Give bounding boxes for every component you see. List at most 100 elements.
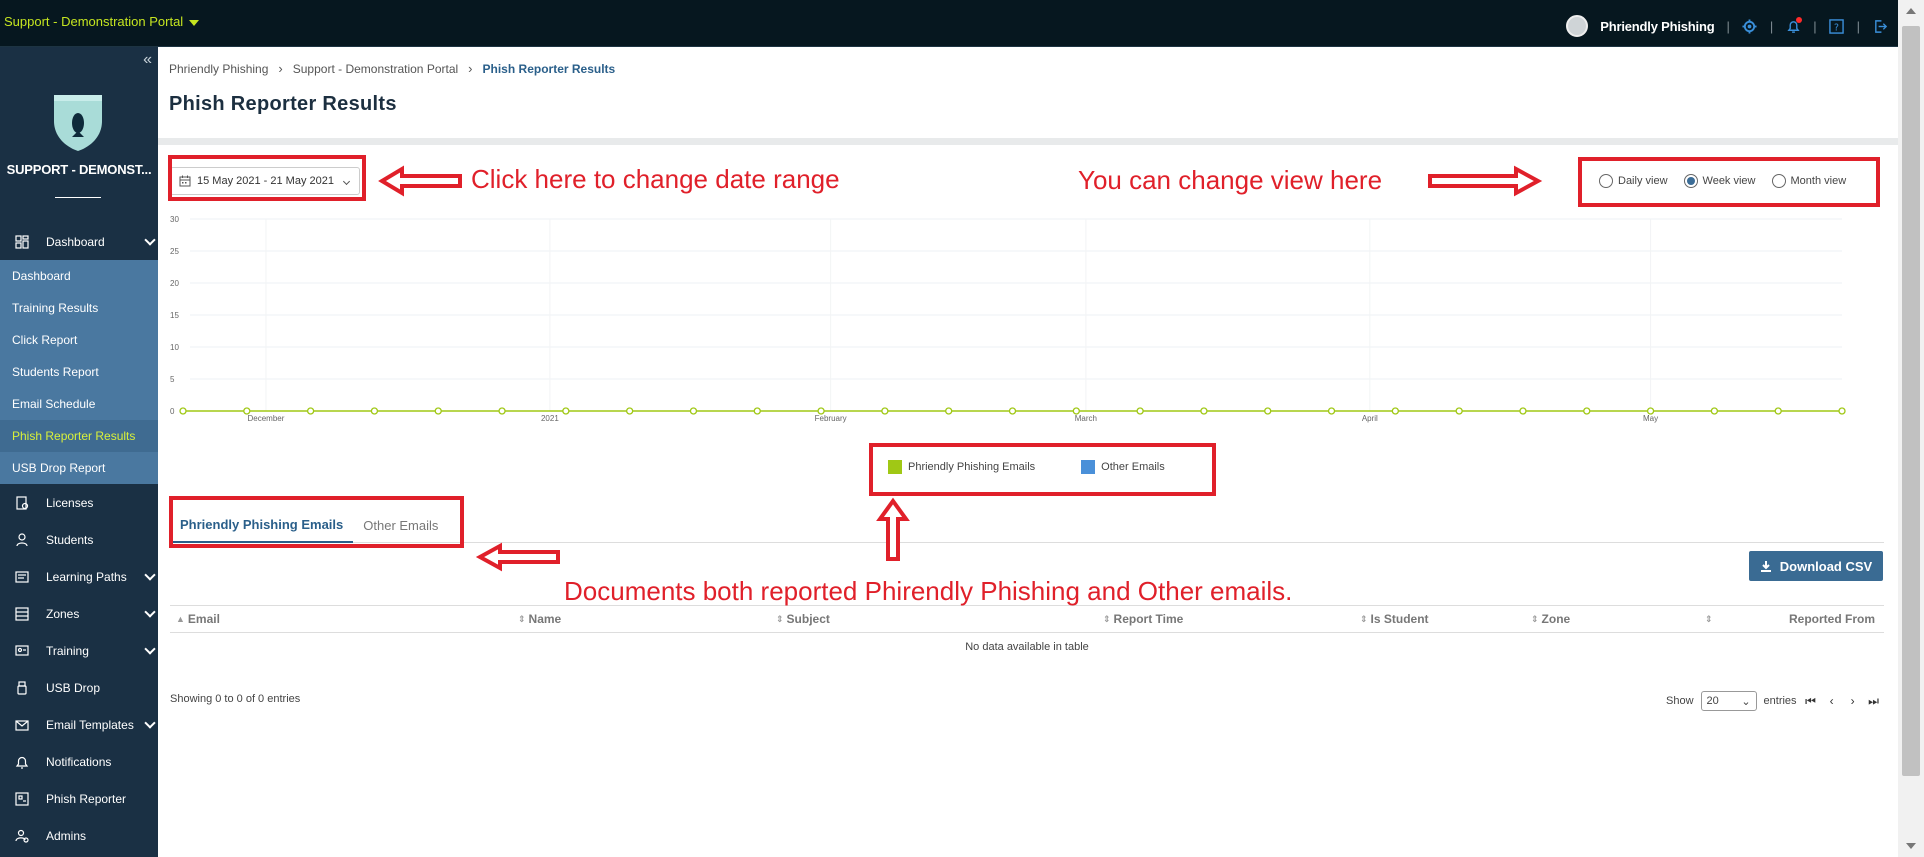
breadcrumb-separator: › [468,61,473,76]
tab-other-emails[interactable]: Other Emails [353,507,448,543]
column-header-unlabeled[interactable]: ⇕ [1705,614,1745,625]
column-header-subject[interactable]: ⇕ Subject [776,612,1103,626]
x-tick-label: May [1643,414,1658,423]
gear-icon[interactable] [1742,18,1758,34]
column-header-report-time[interactable]: ⇕ Report Time [1103,612,1360,626]
tab-phriendly-phishing-emails[interactable]: Phriendly Phishing Emails [170,507,354,543]
sidebar-item-usb-drop[interactable]: USB Drop [0,669,158,706]
sort-icon: ⇕ [1360,613,1368,624]
portal-switcher[interactable]: Support - Demonstration Portal [4,14,200,29]
sidebar-item-admins[interactable]: Admins [0,817,158,854]
help-icon[interactable]: ? [1829,18,1845,34]
sidebar-subitem-email-schedule[interactable]: Email Schedule [0,388,158,420]
table-info: Showing 0 to 0 of 0 entries [170,693,301,705]
user-area: Phriendly Phishing | | | ? | [1566,14,1888,38]
sidebar-item-students[interactable]: Students [0,521,158,558]
divider [55,197,101,198]
data-point [370,407,379,415]
entries-label: entries [1763,695,1797,707]
column-header-email[interactable]: ▲ Email [170,612,518,626]
radio-week-view[interactable]: Week view [1683,174,1756,188]
collapse-sidebar-icon[interactable]: « [143,51,152,69]
reports-table: ▲ Email ⇕ Name ⇕ Subject ⇕ Report Time ⇕ Is S… [170,605,1884,653]
bell-icon [14,754,30,770]
sidebar-item-training[interactable]: Training [0,632,158,669]
page-size-value: 20 [1706,695,1719,707]
breadcrumb-current: Phish Reporter Results [482,61,616,76]
data-point [881,407,889,415]
legend-label: Other Emails [1101,461,1165,473]
legend-item-other[interactable]: Other Emails [1081,460,1165,474]
radio-circle [1599,174,1613,188]
y-tick-label: 30 [170,215,179,224]
last-page-icon[interactable]: ⏭ [1867,694,1881,709]
breadcrumb: Phriendly Phishing › Support - Demonstra… [169,61,615,76]
column-label: Name [528,612,562,626]
annotation-arrow-left [378,165,462,197]
portal-brand-name: SUPPORT - DEMONST... [6,162,152,177]
email-templates-icon [14,717,30,733]
data-point [1838,407,1846,415]
radio-month-view[interactable]: Month view [1771,174,1846,188]
column-header-name[interactable]: ⇕ Name [518,612,776,626]
sidebar-subitem-click-report[interactable]: Click Report [0,324,158,356]
sidebar-item-notifications[interactable]: Notifications [0,743,158,780]
radio-label: Daily view [1618,175,1668,187]
chevron-down-icon: ⌄ [1741,695,1751,708]
logout-icon[interactable] [1872,18,1888,34]
data-point [1519,407,1527,415]
annotation-text-view: You can change view here [1078,165,1383,195]
sidebar-subitem-phish-reporter-results[interactable]: Phish Reporter Results [0,420,158,452]
first-page-icon[interactable]: ⏮ [1804,694,1818,709]
portal-name: Support - Demonstration Portal [4,14,184,29]
sidebar-item-email-templates[interactable]: Email Templates [0,706,158,743]
download-csv-button[interactable]: Download CSV [1749,551,1883,581]
x-tick-label: December [247,414,284,423]
bell-icon[interactable] [1785,17,1803,34]
chevron-down-icon [144,234,156,246]
sort-icon: ⇕ [1705,613,1713,624]
user-name[interactable]: Phriendly Phishing [1600,19,1714,34]
radio-daily-view[interactable]: Daily view [1599,174,1668,188]
sidebar-item-learning-paths[interactable]: Learning Paths [0,558,158,595]
breadcrumb-link-home[interactable]: Phriendly Phishing [169,62,268,76]
sidebar-subitem-usb-drop-report[interactable]: USB Drop Report [0,452,158,484]
sidebar-item-licenses[interactable]: Licenses [0,484,158,521]
sidebar-item-dashboard[interactable]: Dashboard [0,223,158,260]
column-header-reported-from[interactable]: Reported From [1745,612,1875,626]
breadcrumb-link-portal[interactable]: Support - Demonstration Portal [293,62,458,76]
sidebar-item-label: Email Templates [46,717,134,732]
page-size-select[interactable]: 20 ⌄ [1700,691,1757,711]
annotation-text-date: Click here to change date range [471,164,840,194]
admins-icon [14,828,30,844]
column-label: Report Time [1113,612,1184,626]
data-point [562,407,570,415]
breadcrumb-separator: › [278,61,283,76]
page-header: Phriendly Phishing › Support - Demonstra… [158,47,1898,145]
annotation-arrow-left [475,542,560,572]
column-header-zone[interactable]: ⇕ Zone [1531,612,1705,626]
sidebar-item-phish-reporter[interactable]: Phish Reporter [0,780,158,817]
scroll-thumb[interactable] [1902,26,1920,776]
data-point [1327,407,1336,415]
download-icon [1760,561,1771,572]
date-range-value: 15 May 2021 - 21 May 2021 [197,175,334,187]
separator: | [1856,18,1860,34]
scroll-up-icon[interactable] [1906,8,1916,14]
next-page-icon[interactable]: › [1846,694,1860,708]
email-tabs: Phriendly Phishing Emails Other Emails [170,507,1884,543]
column-header-is-student[interactable]: ⇕ Is Student [1360,612,1531,626]
sidebar-subitem-students-report[interactable]: Students Report [0,356,158,388]
date-range-picker[interactable]: 15 May 2021 - 21 May 2021 [170,167,360,195]
legend-swatch [1081,460,1096,474]
sidebar-item-zones[interactable]: Zones [0,595,158,632]
prev-page-icon[interactable]: ‹ [1825,694,1839,708]
sidebar-subitem-dashboard[interactable]: Dashboard [0,260,158,292]
sidebar-subitem-training-results[interactable]: Training Results [0,292,158,324]
scroll-down-icon[interactable] [1906,843,1916,849]
avatar[interactable] [1566,15,1589,37]
legend-item-phriendly[interactable]: Phriendly Phishing Emails [888,460,1035,474]
y-tick-label: 10 [170,343,179,352]
data-point [498,407,506,415]
vertical-scrollbar[interactable] [1898,0,1924,857]
